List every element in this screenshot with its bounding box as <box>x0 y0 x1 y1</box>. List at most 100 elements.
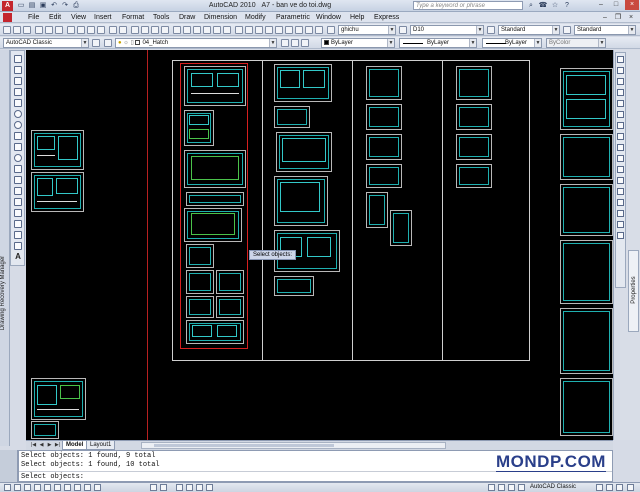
stretch-icon[interactable] <box>617 144 624 151</box>
horizontal-scrollbar[interactable] <box>141 442 446 449</box>
spline-icon[interactable] <box>14 143 22 151</box>
layer-state-icon[interactable] <box>255 26 263 34</box>
redo-tool-icon[interactable] <box>119 26 127 34</box>
drawing-sheet[interactable] <box>274 64 332 102</box>
drawing-sheet[interactable] <box>274 276 314 296</box>
fields-icon[interactable] <box>295 26 303 34</box>
menu-view[interactable]: View <box>71 13 86 22</box>
drawing-sheet[interactable] <box>31 130 84 170</box>
text-style-combo[interactable]: ghichu ▼ <box>338 25 396 35</box>
zoom-previous-icon[interactable] <box>161 26 169 34</box>
menu-help[interactable]: Help <box>350 13 364 22</box>
circle-icon[interactable] <box>14 121 22 129</box>
drawing-sheet[interactable] <box>366 164 402 188</box>
sheet-set-icon[interactable] <box>203 26 211 34</box>
named-views-icon[interactable] <box>265 26 273 34</box>
layer-combo[interactable]: ● ☼ ▯ 04_Hatch ▼ <box>115 38 277 48</box>
model-space-icon[interactable] <box>150 484 157 491</box>
paste-icon[interactable] <box>87 26 95 34</box>
drawing-sheet[interactable] <box>274 106 310 128</box>
copy-object-icon[interactable] <box>617 67 624 74</box>
help-tool-icon[interactable] <box>235 26 243 34</box>
dimension-style-combo[interactable]: D10 ▼ <box>410 25 484 35</box>
print-icon[interactable] <box>35 26 43 34</box>
object-snap-icon[interactable] <box>44 484 51 491</box>
ellipse-arc-icon[interactable] <box>14 165 22 173</box>
drawing-sheet[interactable] <box>560 184 613 236</box>
gradient-icon[interactable] <box>14 220 22 228</box>
drawing-sheet[interactable] <box>456 164 492 188</box>
open-icon[interactable]: ▤ <box>27 1 37 11</box>
table-icon[interactable] <box>14 242 22 250</box>
properties-palette-tab[interactable]: Properties <box>628 250 639 332</box>
help-icon[interactable]: ? <box>562 1 572 10</box>
external-reference-icon[interactable] <box>285 26 293 34</box>
layer-previous-icon[interactable] <box>291 39 299 47</box>
first-tab-icon[interactable]: |◀ <box>30 442 37 449</box>
layer-properties-icon[interactable] <box>104 39 112 47</box>
drawing-sheet[interactable] <box>456 134 492 160</box>
drawing-sheet[interactable] <box>274 176 328 226</box>
save-file-icon[interactable] <box>23 26 31 34</box>
object-snap-tracking-icon[interactable] <box>54 484 61 491</box>
multiline-text-icon[interactable]: A <box>14 253 22 261</box>
properties-icon[interactable] <box>173 26 181 34</box>
mirror-icon[interactable] <box>617 78 624 85</box>
drawing-recovery-palette[interactable]: Drawing Recovery Manager <box>0 50 10 446</box>
workspace-switching-icon[interactable] <box>518 484 525 491</box>
drawing-sheet[interactable] <box>366 104 402 130</box>
isolate-objects-icon[interactable] <box>616 484 623 491</box>
doc-close-button[interactable]: × <box>626 13 636 22</box>
qnew-icon[interactable] <box>3 26 11 34</box>
grid-display-icon[interactable] <box>14 484 21 491</box>
zoom-window-icon[interactable] <box>151 26 159 34</box>
scale-list-icon[interactable] <box>315 26 323 34</box>
plot-style-combo[interactable]: ByColor ▼ <box>546 38 606 48</box>
menu-window[interactable]: Window <box>316 13 341 22</box>
region-icon[interactable] <box>14 231 22 239</box>
drawing-sheet[interactable] <box>560 308 613 374</box>
menu-insert[interactable]: Insert <box>94 13 112 22</box>
linetype-combo[interactable]: ByLayer ▼ <box>399 38 477 48</box>
pan-icon[interactable] <box>131 26 139 34</box>
line-icon[interactable] <box>14 55 22 63</box>
steering-wheel-icon[interactable] <box>196 484 203 491</box>
drawing-sheet[interactable] <box>276 132 332 172</box>
doc-minimize-button[interactable]: – <box>600 13 610 22</box>
doc-restore-button[interactable]: ❐ <box>613 13 623 22</box>
toolbar-lock-icon[interactable] <box>596 484 603 491</box>
make-block-icon[interactable] <box>14 187 22 195</box>
annotation-visibility-icon[interactable] <box>498 484 505 491</box>
drawing-sheet[interactable] <box>366 66 402 100</box>
command-line-grip[interactable] <box>0 450 18 482</box>
drawing-sheet[interactable] <box>456 104 492 130</box>
plot-icon[interactable]: ⎙ <box>71 1 81 11</box>
explode-icon[interactable] <box>617 232 624 239</box>
zoom-status-icon[interactable] <box>186 484 193 491</box>
ellipse-icon[interactable] <box>14 154 22 162</box>
copy-icon[interactable] <box>77 26 85 34</box>
command-prompt[interactable]: Select objects: <box>21 473 84 482</box>
move-icon[interactable] <box>617 111 624 118</box>
drawing-sheet[interactable] <box>390 210 412 246</box>
showmotion-icon[interactable] <box>206 484 213 491</box>
pan-status-icon[interactable] <box>176 484 183 491</box>
application-menu-button[interactable]: A <box>2 1 13 11</box>
menu-file[interactable]: File <box>28 13 39 22</box>
make-object-layer-current-icon[interactable] <box>281 39 289 47</box>
new-icon[interactable]: ▭ <box>16 1 26 11</box>
communication-center-icon[interactable]: ☎ <box>538 1 548 10</box>
arc-icon[interactable] <box>14 110 22 118</box>
clean-screen-icon[interactable] <box>627 484 634 491</box>
auto-scale-icon[interactable] <box>508 484 515 491</box>
quick-properties-icon[interactable] <box>94 484 101 491</box>
break-icon[interactable] <box>617 188 624 195</box>
menu-express[interactable]: Express <box>374 13 399 22</box>
menu-modify[interactable]: Modify <box>245 13 266 22</box>
color-combo[interactable]: ByLayer ▼ <box>321 38 395 48</box>
tab-model[interactable]: Model <box>62 441 88 450</box>
block-editor-icon[interactable] <box>275 26 283 34</box>
menu-tools[interactable]: Tools <box>153 13 169 22</box>
rectangle-icon[interactable] <box>14 99 22 107</box>
drawing-sheet[interactable] <box>31 172 84 212</box>
